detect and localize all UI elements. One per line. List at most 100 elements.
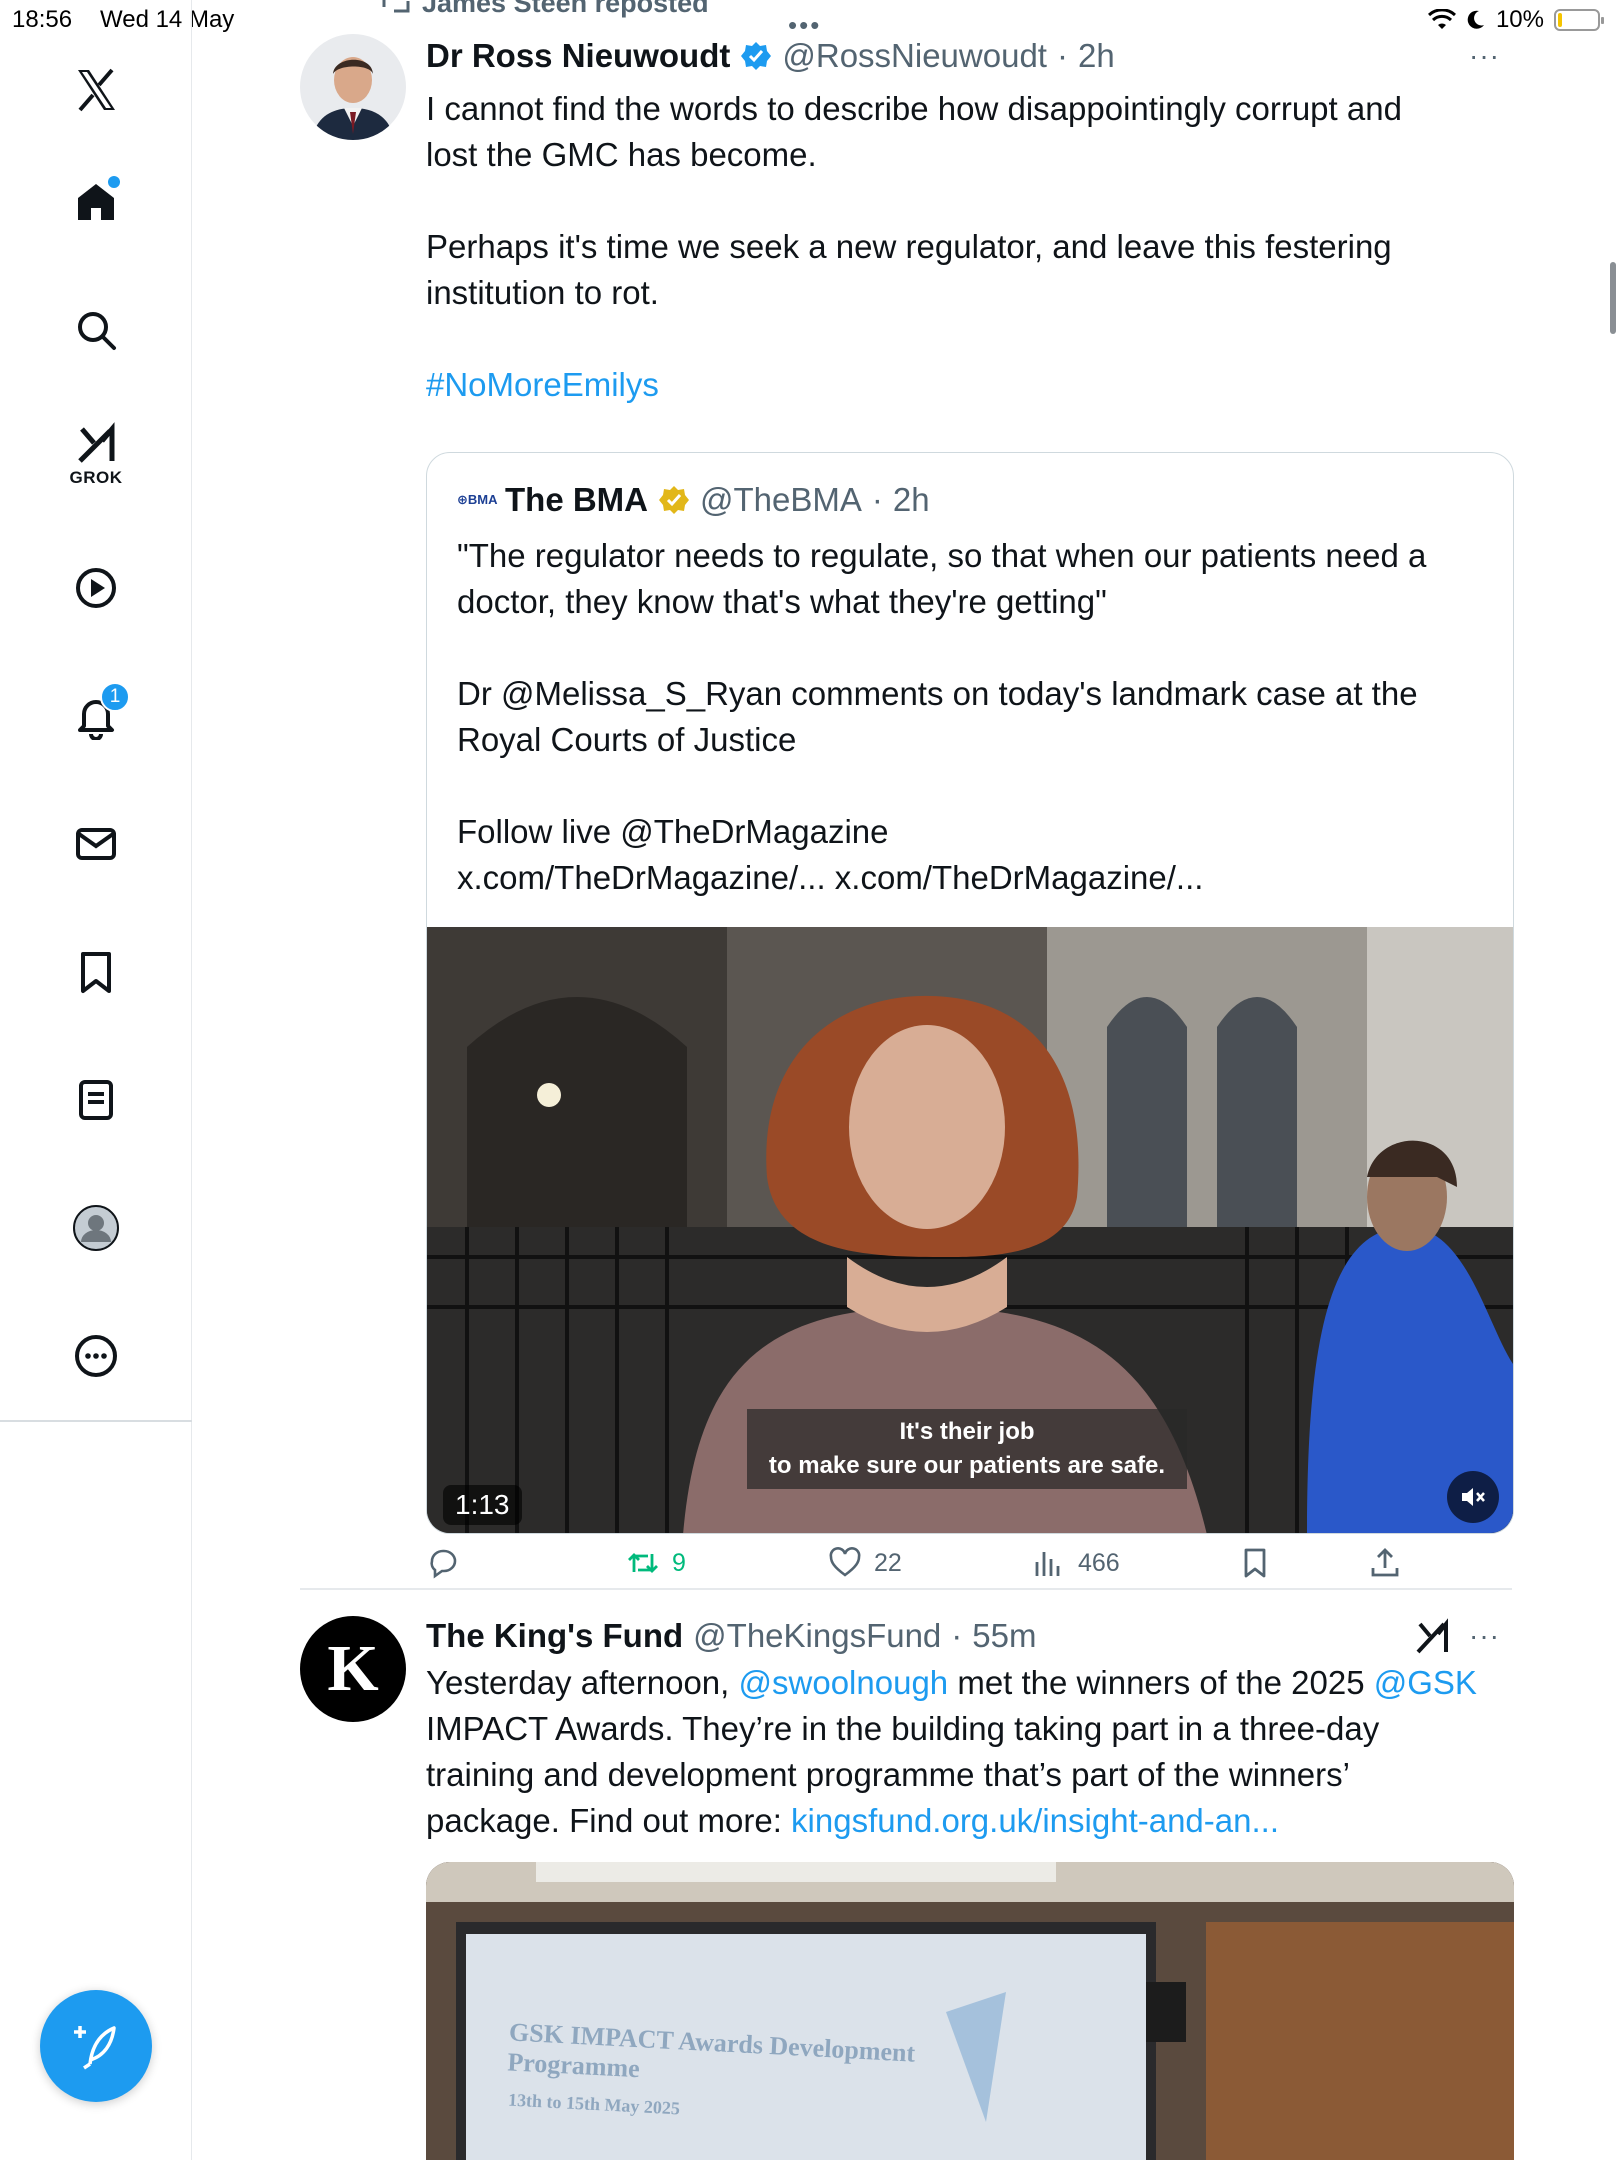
reply-button[interactable] (426, 1546, 472, 1580)
repost-icon (628, 1553, 658, 1573)
tweet-image[interactable]: GSK IMPACT Awards Development Programme … (426, 1862, 1514, 2160)
quote-text-line: Follow live @TheDrMagazine (457, 813, 889, 850)
verified-icon (741, 42, 772, 70)
author-handle[interactable]: @RossNieuwoudt (782, 37, 1047, 75)
home-unread-dot (108, 176, 120, 188)
bma-logo: ⊕BMA (457, 492, 498, 507)
tweet-text-line: institution to rot. (426, 274, 659, 311)
avatar[interactable] (300, 34, 406, 140)
verified-gold-icon (659, 486, 689, 514)
grok-label: GROK (69, 468, 123, 487)
like-icon (829, 1547, 861, 1577)
bookmark-button[interactable] (1238, 1546, 1272, 1580)
tweet-text-line: IMPACT Awards. They’re in the building t… (426, 1710, 1380, 1747)
author-handle[interactable]: @TheKingsFund (693, 1617, 941, 1655)
quote-text-line: x.com/TheDrMagazine/... x.com/TheDrMagaz… (457, 859, 1204, 896)
tweet-text-line: Yesterday afternoon, @swoolnough met the… (426, 1660, 1512, 1706)
quote-author-handle[interactable]: @TheBMA (700, 481, 862, 519)
quote-text-line: Royal Courts of Justice (457, 721, 797, 758)
sidebar-divider (0, 1420, 192, 1422)
like-button[interactable]: 22 (828, 1546, 902, 1580)
text-segment: met the winners of the 2025 (948, 1664, 1374, 1701)
photo-thumbnail (426, 1862, 1514, 2160)
more-circle-icon[interactable] (60, 1320, 132, 1392)
quote-text-line: doctor, they know that's what they're ge… (457, 583, 1107, 620)
views-icon (1035, 1552, 1060, 1576)
mention-link[interactable]: @GSK (1374, 1664, 1477, 1701)
tweet-text: I cannot find the words to describe how … (426, 86, 1512, 408)
video-subtitle: It's their job to make sure our patients… (747, 1409, 1187, 1489)
compose-icon (74, 2026, 116, 2070)
battery-percent: 10% (1495, 6, 1544, 33)
share-button[interactable] (1368, 1546, 1402, 1580)
quoted-tweet[interactable]: ⊕BMA The BMA @TheBMA · 2h "The regulator… (426, 452, 1514, 1534)
url-link[interactable]: kingsfund.org.uk/insight-and-an... (791, 1802, 1279, 1839)
repost-small-icon (382, 0, 410, 12)
status-icons: 10% (1427, 6, 1604, 34)
repost-button[interactable]: 9 (626, 1546, 686, 1580)
scrollbar[interactable] (1610, 262, 1616, 334)
subtitle-line: to make sure our patients are safe. (768, 1452, 1166, 1479)
author-name[interactable]: Dr Ross Nieuwoudt (426, 37, 730, 75)
list-icon[interactable] (60, 1064, 132, 1136)
bookmark-icon (1244, 1548, 1266, 1578)
more-options-icon[interactable]: ··· (1469, 1620, 1500, 1652)
notification-badge: 1 (100, 682, 130, 712)
mute-icon (1462, 1488, 1485, 1506)
bell-icon[interactable]: 1 (60, 680, 132, 752)
grok-explain-icon[interactable] (1414, 1618, 1452, 1656)
tweet-text: Yesterday afternoon, @swoolnough met the… (426, 1660, 1512, 1844)
separator-dot: · (871, 481, 883, 518)
tweet-header: Dr Ross Nieuwoudt @RossNieuwoudt · 2h (426, 34, 1512, 78)
more-options-icon[interactable]: ··· (1469, 40, 1500, 72)
search-icon[interactable] (60, 294, 132, 366)
bookmark-icon[interactable] (60, 936, 132, 1008)
grok-icon[interactable]: GROK (60, 416, 132, 488)
tweet-text-line: training and development programme that’… (426, 1756, 1350, 1793)
reply-icon (430, 1549, 457, 1579)
quote-author-name[interactable]: The BMA (505, 481, 648, 519)
quote-text-line: Dr @Melissa_S_Ryan comments on today's l… (457, 675, 1418, 712)
quote-header: ⊕BMA The BMA @TheBMA · 2h (457, 481, 930, 519)
video-duration: 1:13 (443, 1485, 522, 1525)
x-logo-icon[interactable] (60, 54, 132, 126)
tweet-divider (300, 1588, 1512, 1590)
separator-dot: · (1056, 37, 1068, 74)
repost-count: 9 (672, 1548, 686, 1577)
hashtag-link[interactable]: #NoMoreEmilys (426, 362, 1512, 408)
text-segment: package. Find out more: (426, 1802, 792, 1839)
mail-icon[interactable] (60, 808, 132, 880)
profile-icon[interactable] (60, 1192, 132, 1264)
quote-text-line: "The regulator needs to regulate, so tha… (457, 537, 1427, 574)
views-count: 466 (1078, 1548, 1120, 1577)
tweet-text-line: lost the GMC has become. (426, 136, 817, 173)
author-name[interactable]: The King's Fund (426, 1617, 683, 1655)
mute-button[interactable] (1447, 1471, 1499, 1523)
wifi-icon (1427, 9, 1456, 29)
tweet-header: The King's Fund @TheKingsFund · 55m (426, 1614, 1512, 1658)
like-count: 22 (874, 1548, 902, 1577)
play-icon[interactable] (60, 552, 132, 624)
quote-time[interactable]: 2h (893, 481, 930, 519)
quote-text: "The regulator needs to regulate, so tha… (457, 533, 1487, 901)
tweet-time[interactable]: 55m (972, 1617, 1036, 1655)
repost-label: James Steen reposted (422, 0, 709, 18)
home-icon[interactable] (60, 166, 132, 238)
compose-button[interactable] (40, 1990, 152, 2102)
battery-icon (1554, 9, 1604, 31)
sidebar: GROK 1 (0, 0, 192, 2160)
tweet-text-line: package. Find out more: kingsfund.org.uk… (426, 1798, 1512, 1844)
moon-icon (1467, 10, 1484, 29)
subtitle-line: It's their job (899, 1418, 1035, 1445)
avatar[interactable]: K (300, 1616, 406, 1722)
text-segment: Yesterday afternoon, (426, 1664, 739, 1701)
separator-dot: · (951, 1617, 963, 1654)
share-icon (1371, 1548, 1399, 1577)
tweet-text-line: Perhaps it's time we seek a new regulato… (426, 228, 1392, 265)
video-player[interactable]: It's their job to make sure our patients… (427, 927, 1513, 1533)
tweet-text-line: I cannot find the words to describe how … (426, 90, 1402, 127)
tweet-time[interactable]: 2h (1078, 37, 1115, 75)
views-button[interactable]: 466 (1032, 1546, 1120, 1580)
repost-indicator: James Steen reposted (380, 0, 709, 19)
mention-link[interactable]: @swoolnough (739, 1664, 949, 1701)
